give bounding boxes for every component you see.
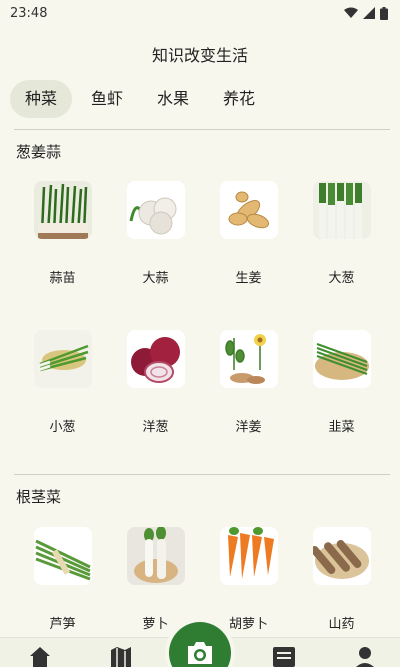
radish-icon: [126, 527, 185, 585]
onion-icon: [126, 330, 185, 388]
garlic-sprout-icon: [33, 181, 92, 239]
item-label: 大葱: [328, 271, 355, 286]
home-icon[interactable]: [28, 645, 52, 667]
item-label: 山药: [328, 617, 355, 632]
list-item[interactable]: 大蒜: [109, 181, 202, 286]
list-item[interactable]: 生姜: [202, 181, 295, 286]
list-item[interactable]: 芦笋: [16, 527, 109, 632]
scallion-icon: [33, 330, 92, 388]
map-icon[interactable]: [109, 645, 133, 667]
status-time: 23:48: [10, 5, 48, 21]
item-label: 小葱: [49, 420, 76, 435]
section-title-root-vegetables: 根茎菜: [16, 488, 62, 506]
divider: [14, 129, 390, 130]
profile-icon[interactable]: [353, 645, 377, 667]
tab-flowers[interactable]: 养花: [208, 80, 270, 118]
item-label: 芦笋: [49, 617, 76, 632]
list-item[interactable]: 小葱: [16, 330, 109, 435]
list-item[interactable]: 山药: [295, 527, 388, 632]
asparagus-icon: [33, 527, 92, 585]
item-label: 胡萝卜: [228, 617, 268, 632]
item-label: 蒜苗: [49, 271, 76, 286]
carrot-icon: [219, 527, 278, 585]
list-item[interactable]: 大葱: [295, 181, 388, 286]
list-item[interactable]: 洋姜: [202, 330, 295, 435]
tab-fish-shrimp[interactable]: 鱼虾: [76, 80, 138, 118]
leek-icon: [312, 181, 371, 239]
camera-icon: [188, 642, 212, 664]
jerusalem-artichoke-icon: [219, 330, 278, 388]
list-item[interactable]: 韭菜: [295, 330, 388, 435]
item-label: 韭菜: [328, 420, 355, 435]
status-icons: [344, 6, 388, 20]
yam-icon: [312, 527, 371, 585]
wifi-icon: [344, 7, 358, 18]
category-tabs: 种菜 鱼虾 水果 养花: [10, 80, 274, 118]
item-label: 生姜: [235, 271, 262, 286]
chive-icon: [312, 330, 371, 388]
status-bar: 23:48: [0, 0, 400, 26]
list-item[interactable]: 洋葱: [109, 330, 202, 435]
message-icon[interactable]: [272, 645, 296, 667]
list-item[interactable]: 萝卜: [109, 527, 202, 632]
item-label: 萝卜: [142, 617, 169, 632]
list-item[interactable]: 蒜苗: [16, 181, 109, 286]
list-item[interactable]: 胡萝卜: [202, 527, 295, 632]
ginger-icon: [219, 181, 278, 239]
signal-icon: [363, 7, 375, 19]
garlic-icon: [126, 181, 185, 239]
battery-icon: [380, 6, 388, 20]
item-label: 洋葱: [142, 420, 169, 435]
tab-fruit[interactable]: 水果: [142, 80, 204, 118]
divider: [14, 474, 390, 475]
item-label: 大蒜: [142, 271, 169, 286]
item-label: 洋姜: [235, 420, 262, 435]
section-title-onion-ginger-garlic: 葱姜蒜: [16, 143, 62, 161]
tab-vegetables[interactable]: 种菜: [10, 80, 73, 118]
page-title: 知识改变生活: [151, 46, 248, 65]
